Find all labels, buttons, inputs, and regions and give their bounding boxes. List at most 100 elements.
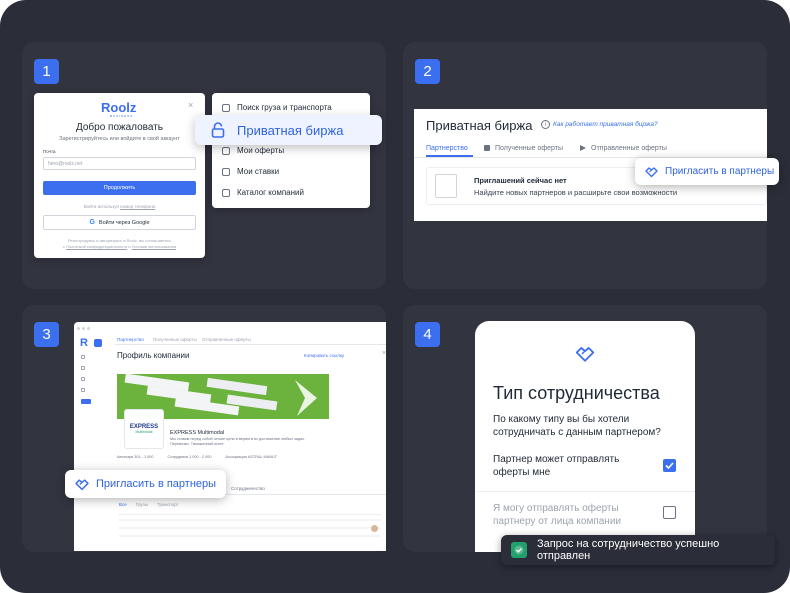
terms-link[interactable]: Условия использования <box>132 244 176 249</box>
sidebar-icon[interactable] <box>81 388 85 392</box>
option-i-send: Я могу отправлять оферты партнеру от лиц… <box>493 503 621 527</box>
menu-item-company-catalog[interactable]: Каталог компаний <box>222 188 304 197</box>
menu-item-my-bids[interactable]: Мои ставки <box>222 167 279 176</box>
menu-item-private-exchange[interactable]: Приватная биржа <box>195 115 382 145</box>
page-title: Приватная биржа <box>426 118 533 133</box>
tab-received-offers[interactable]: Полученные оферты <box>153 337 197 342</box>
option-partner-sends: Партнер может отправлять оферты мне <box>493 454 620 478</box>
success-toast: Запрос на сотрудничество успешно отправл… <box>501 535 775 565</box>
stat-associations: Ассоциации ASTRAL MANUT <box>225 455 278 459</box>
profile-title: Профиль компании <box>117 351 190 360</box>
sidebar-icon[interactable] <box>81 366 85 370</box>
tab-transport[interactable]: Транспорт <box>157 502 179 507</box>
roolz-logo-sub: BUSINESS <box>110 114 134 118</box>
toast-message: Запрос на сотрудничество успешно отправл… <box>536 538 720 562</box>
add-button[interactable] <box>94 339 102 347</box>
offers-table <box>119 514 381 548</box>
google-login-label: Войти через Google <box>98 219 150 226</box>
company-logo: EXPRESS Multimodal <box>124 409 164 449</box>
lock-icon <box>211 122 225 138</box>
phone-login-link[interactable]: номер телефона <box>120 204 155 209</box>
table-row <box>119 519 381 521</box>
stat-fleet: Автопарк 301 - 1 000 <box>117 455 154 459</box>
close-icon[interactable]: × <box>382 350 386 357</box>
login-title: Добро пожаловать <box>75 122 164 133</box>
sidebar-icons <box>81 355 91 404</box>
help-link[interactable]: Как работает приватная биржа? <box>553 121 658 128</box>
menu-item-my-offers[interactable]: Мои оферты <box>222 146 284 155</box>
legal-line-2: с Политикой конфиденциальности и Условия… <box>62 244 177 249</box>
empty-state-illustration <box>435 174 457 198</box>
legal-and: с <box>62 244 65 249</box>
tab-received-offers[interactable]: Полученные оферты <box>495 145 563 152</box>
checkbox-i-send[interactable] <box>663 506 676 519</box>
section-tabs: Все Грузы Транспорт <box>119 502 179 507</box>
privacy-policy-link[interactable]: Политикой конфиденциальности <box>66 244 127 249</box>
company-logo-sub: Multimodal <box>135 430 153 434</box>
table-row <box>119 527 381 529</box>
tab-divider <box>115 344 386 345</box>
step-number-badge: 1 <box>34 59 59 84</box>
company-description: Мы ставим перед собой четкие цели и вери… <box>170 437 306 446</box>
menu-item-search[interactable]: Поиск груза и транспорта <box>222 103 332 112</box>
info-icon: i <box>541 120 550 129</box>
tab-cooperation[interactable]: Сотрудничество <box>231 486 265 491</box>
dialog-question: По какому типу вы бы хотели сотрудничать… <box>493 414 661 438</box>
private-exchange-label: Приватная биржа <box>237 122 344 138</box>
tab-all[interactable]: Все <box>119 502 127 507</box>
tab-sent-offers[interactable]: Отправленные оферты <box>202 337 251 342</box>
menu-item-label: Мои оферты <box>237 146 285 155</box>
handshake-icon <box>645 166 658 177</box>
sidebar-icon[interactable] <box>81 355 85 359</box>
close-icon[interactable]: × <box>188 100 193 110</box>
empty-state-text: Найдите новых партнеров и расширьте свои… <box>474 188 678 197</box>
company-stats: Автопарк 301 - 1 000 Сотрудники 1 000 - … <box>117 455 277 459</box>
legal-line-1: Регистрируясь и авторизуясь в Roolz, вы … <box>68 238 171 243</box>
login-card: Roolz BUSINESS × Добро пожаловать Зареги… <box>34 93 205 258</box>
email-field[interactable]: hero@roolz.net <box>43 157 196 170</box>
step-panel-1: 1 Roolz BUSINESS × Добро пожаловать Заре… <box>22 42 386 289</box>
roolz-logo: Roolz <box>101 100 137 115</box>
gavel-icon <box>222 167 230 176</box>
menu-item-label: Поиск груза и транспорта <box>237 103 332 112</box>
phone-login-line: Войти используя номер телефона <box>34 204 205 209</box>
step-number-badge: 3 <box>34 322 59 347</box>
empty-state-title: Приглашений сейчас нет <box>474 176 567 185</box>
sidebar-icon[interactable] <box>81 377 85 381</box>
phone-link-prefix: Войти используя <box>83 204 119 209</box>
company-profile-screen: R Партнерство Полученные оферты Отправле… <box>74 322 386 551</box>
invite-partner-button[interactable]: Пригласить в партнеры <box>635 158 779 185</box>
step-panel-3: 3 R Партнерство Полученные оферты Отправ… <box>22 305 386 552</box>
handshake-icon <box>75 478 89 490</box>
invite-partner-button[interactable]: Пригласить в партнеры <box>65 470 226 498</box>
step-number-badge: 4 <box>415 322 440 347</box>
login-subtitle: Зарегистрируйтесь или войдите в свой акк… <box>59 136 180 142</box>
tab-partnership[interactable]: Партнерство <box>117 337 144 342</box>
tab-sent-offers[interactable]: Отправленные оферты <box>591 145 667 152</box>
check-icon <box>665 462 674 470</box>
copy-link-button[interactable]: Копировать ссылку <box>304 353 344 358</box>
inbox-icon <box>484 145 490 151</box>
tab-cargo[interactable]: Грузы <box>136 502 148 507</box>
google-login-button[interactable]: G Войти через Google <box>43 215 196 230</box>
company-name: EXPRESS Multimodal <box>170 430 225 436</box>
success-icon <box>511 542 527 558</box>
continue-button[interactable]: Продолжить <box>43 181 196 195</box>
send-icon <box>580 145 586 151</box>
handshake-icon <box>575 345 595 363</box>
catalog-icon <box>222 188 230 197</box>
window-dots <box>77 327 90 330</box>
document-icon <box>222 146 230 155</box>
invite-partner-label: Пригласить в партнеры <box>96 478 217 490</box>
dialog-title: Тип сотрудничества <box>493 383 660 403</box>
email-label: Почта <box>43 149 56 154</box>
app-frame: 1 Roolz BUSINESS × Добро пожаловать Заре… <box>0 0 790 593</box>
step-panel-4: 4 Тип сотрудничества По какому типу вы б… <box>403 305 767 552</box>
avatar <box>371 525 378 532</box>
app-logo-icon: R <box>80 337 88 349</box>
sidebar-icon-active[interactable] <box>81 399 91 404</box>
tab-partnership[interactable]: Партнерство <box>426 145 468 152</box>
option-divider <box>475 491 695 492</box>
google-icon: G <box>89 219 95 226</box>
checkbox-partner-sends[interactable] <box>663 459 676 472</box>
